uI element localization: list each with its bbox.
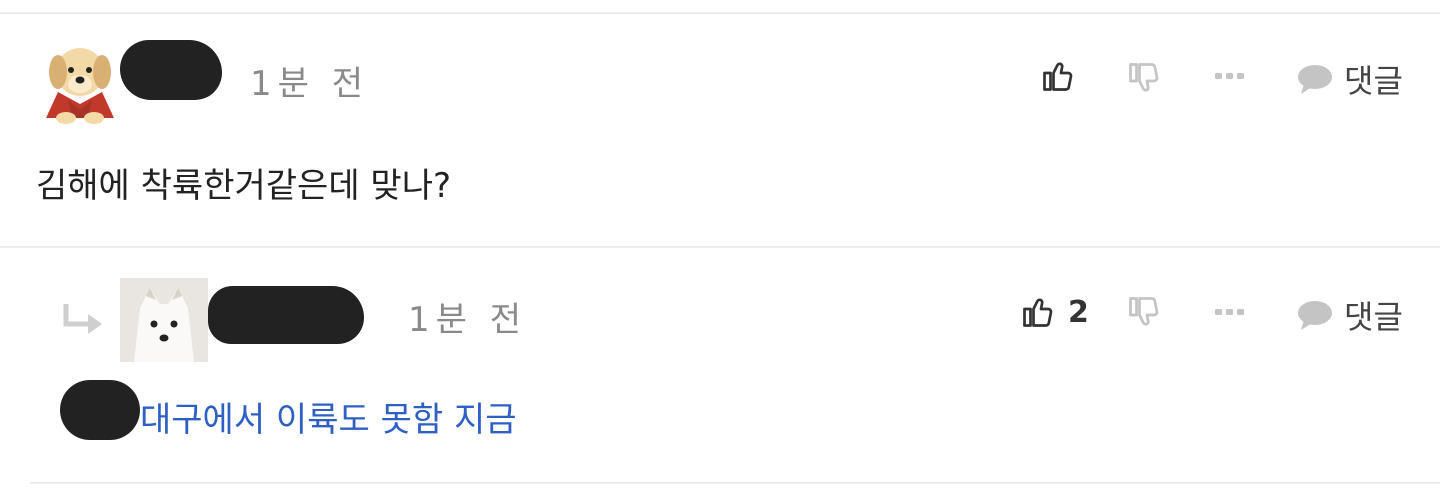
more-dots-icon (1215, 73, 1244, 79)
like-button[interactable]: 2 (1020, 294, 1089, 330)
reply-arrow-icon (62, 302, 104, 342)
thumbs-down-icon (1129, 63, 1159, 92)
comment-divider (0, 246, 1440, 248)
redacted-mention (60, 380, 140, 440)
like-button[interactable] (1040, 58, 1076, 94)
reply-button[interactable]: 댓글 (1296, 56, 1403, 102)
comment-text: 대구에서 이륙도 못함 지금 (140, 400, 517, 440)
puppy-avatar-icon (46, 48, 114, 124)
arctic-fox-avatar-icon (120, 278, 208, 362)
thumbs-up-icon (1023, 298, 1053, 327)
reply-button[interactable]: 댓글 (1296, 292, 1403, 338)
like-count: 2 (1068, 294, 1089, 330)
more-button[interactable] (1214, 306, 1246, 318)
top-divider (0, 12, 1440, 14)
redacted-username (208, 286, 364, 344)
bottom-divider (30, 482, 1440, 484)
more-dots-icon (1215, 309, 1244, 315)
thumbs-down-icon (1129, 297, 1159, 326)
dislike-button[interactable] (1126, 294, 1162, 330)
reply-label: 댓글 (1344, 62, 1403, 100)
redacted-username (120, 40, 222, 100)
reply-label: 댓글 (1344, 298, 1403, 336)
comment-time: 1분 전 (408, 300, 527, 340)
more-button[interactable] (1214, 70, 1246, 82)
comment-text: 김해에 착륙한거같은데 맞나? (36, 166, 452, 206)
user-avatar[interactable] (120, 278, 208, 362)
thumbs-up-icon (1043, 62, 1073, 91)
speech-bubble-icon (1298, 65, 1332, 94)
dislike-button[interactable] (1126, 60, 1162, 96)
comment-time: 1분 전 (250, 64, 369, 104)
speech-bubble-icon (1298, 301, 1332, 330)
user-avatar[interactable] (38, 38, 122, 124)
